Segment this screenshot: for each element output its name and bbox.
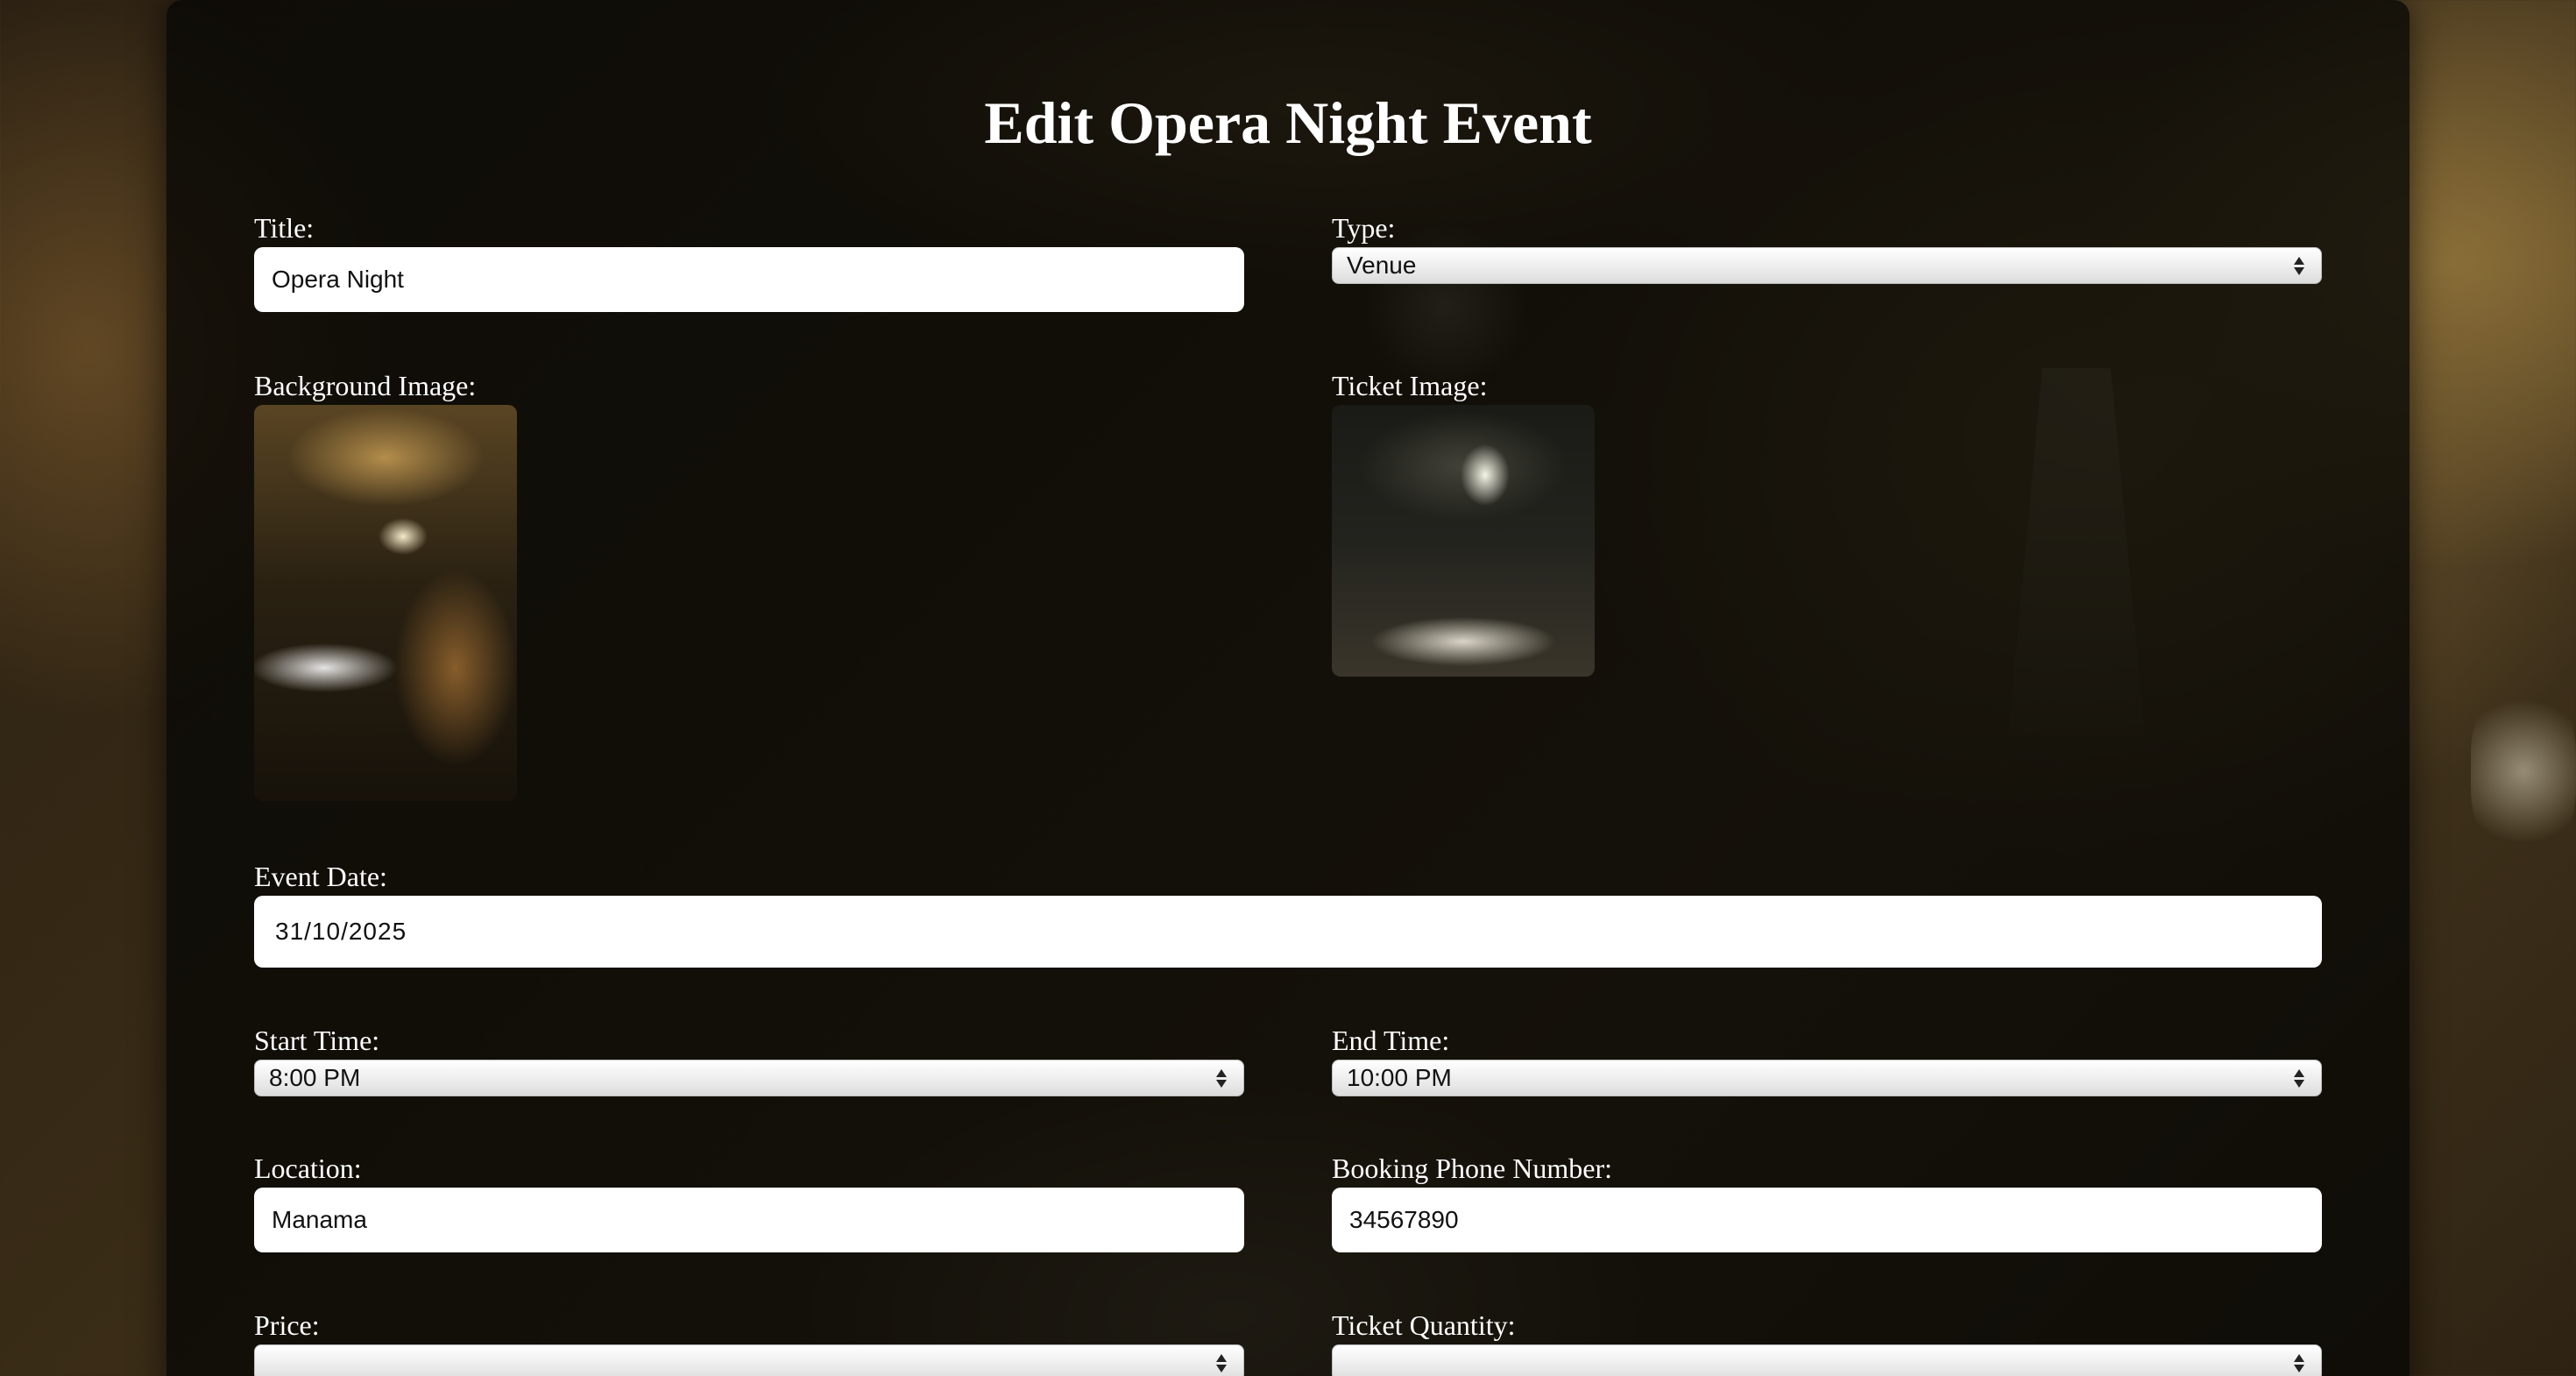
page-title: Edit Opera Night Event bbox=[984, 89, 1592, 156]
event-date-input[interactable]: 31/10/2025 bbox=[254, 896, 2322, 968]
location-input[interactable]: Manama bbox=[254, 1188, 1244, 1252]
ticket-quantity-field: Ticket Quantity: bbox=[1332, 1308, 2322, 1376]
start-time-label: Start Time: bbox=[254, 1025, 380, 1056]
select-arrows-icon bbox=[2291, 1068, 2307, 1088]
start-time-select-value: 8:00 PM bbox=[269, 1064, 361, 1091]
price-field: Price: bbox=[254, 1308, 1244, 1376]
event-date-field: Event Date: 31/10/2025 bbox=[254, 859, 2322, 968]
select-arrows-icon bbox=[2291, 256, 2307, 275]
location-field: Location: Manama bbox=[254, 1151, 1244, 1252]
background-image-label: Background Image: bbox=[254, 370, 477, 401]
type-select-value: Venue bbox=[1347, 252, 1417, 279]
type-select[interactable]: Venue bbox=[1332, 247, 2322, 284]
ticket-image-label: Ticket Image: bbox=[1332, 370, 1488, 401]
booking-phone-label: Booking Phone Number: bbox=[1332, 1153, 1612, 1184]
price-label: Price: bbox=[254, 1309, 320, 1341]
ticket-quantity-label: Ticket Quantity: bbox=[1332, 1309, 1516, 1341]
booking-phone-input[interactable]: 34567890 bbox=[1332, 1188, 2322, 1252]
end-time-label: End Time: bbox=[1332, 1025, 1450, 1056]
ticket-image-preview[interactable] bbox=[1332, 405, 1595, 677]
price-select[interactable] bbox=[254, 1344, 1244, 1376]
booking-phone-field: Booking Phone Number: 34567890 bbox=[1332, 1151, 2322, 1252]
select-arrows-icon bbox=[1214, 1353, 1229, 1372]
start-time-select[interactable]: 8:00 PM bbox=[254, 1060, 1244, 1096]
end-time-select[interactable]: 10:00 PM bbox=[1332, 1060, 2322, 1096]
background-image-preview[interactable] bbox=[254, 405, 517, 801]
type-field: Type: Venue bbox=[1332, 210, 2322, 284]
start-time-field: Start Time: 8:00 PM bbox=[254, 1023, 1244, 1096]
select-arrows-icon bbox=[1214, 1068, 1229, 1088]
select-arrows-icon bbox=[2291, 1353, 2307, 1372]
title-label: Title: bbox=[254, 212, 315, 244]
background-decoration bbox=[2471, 684, 2576, 859]
location-label: Location: bbox=[254, 1153, 362, 1184]
title-input[interactable]: Opera Night bbox=[254, 247, 1244, 312]
ticket-image-field: Ticket Image: bbox=[1332, 368, 1858, 677]
event-date-label: Event Date: bbox=[254, 861, 387, 892]
ticket-quantity-select[interactable] bbox=[1332, 1344, 2322, 1376]
end-time-select-value: 10:00 PM bbox=[1347, 1064, 1452, 1091]
edit-event-form-panel: Edit Opera Night Event Title: Opera Nigh… bbox=[166, 0, 2410, 1376]
type-label: Type: bbox=[1332, 212, 1396, 244]
background-image-field: Background Image: bbox=[254, 368, 780, 801]
title-field: Title: Opera Night bbox=[254, 210, 1244, 312]
end-time-field: End Time: 10:00 PM bbox=[1332, 1023, 2322, 1096]
